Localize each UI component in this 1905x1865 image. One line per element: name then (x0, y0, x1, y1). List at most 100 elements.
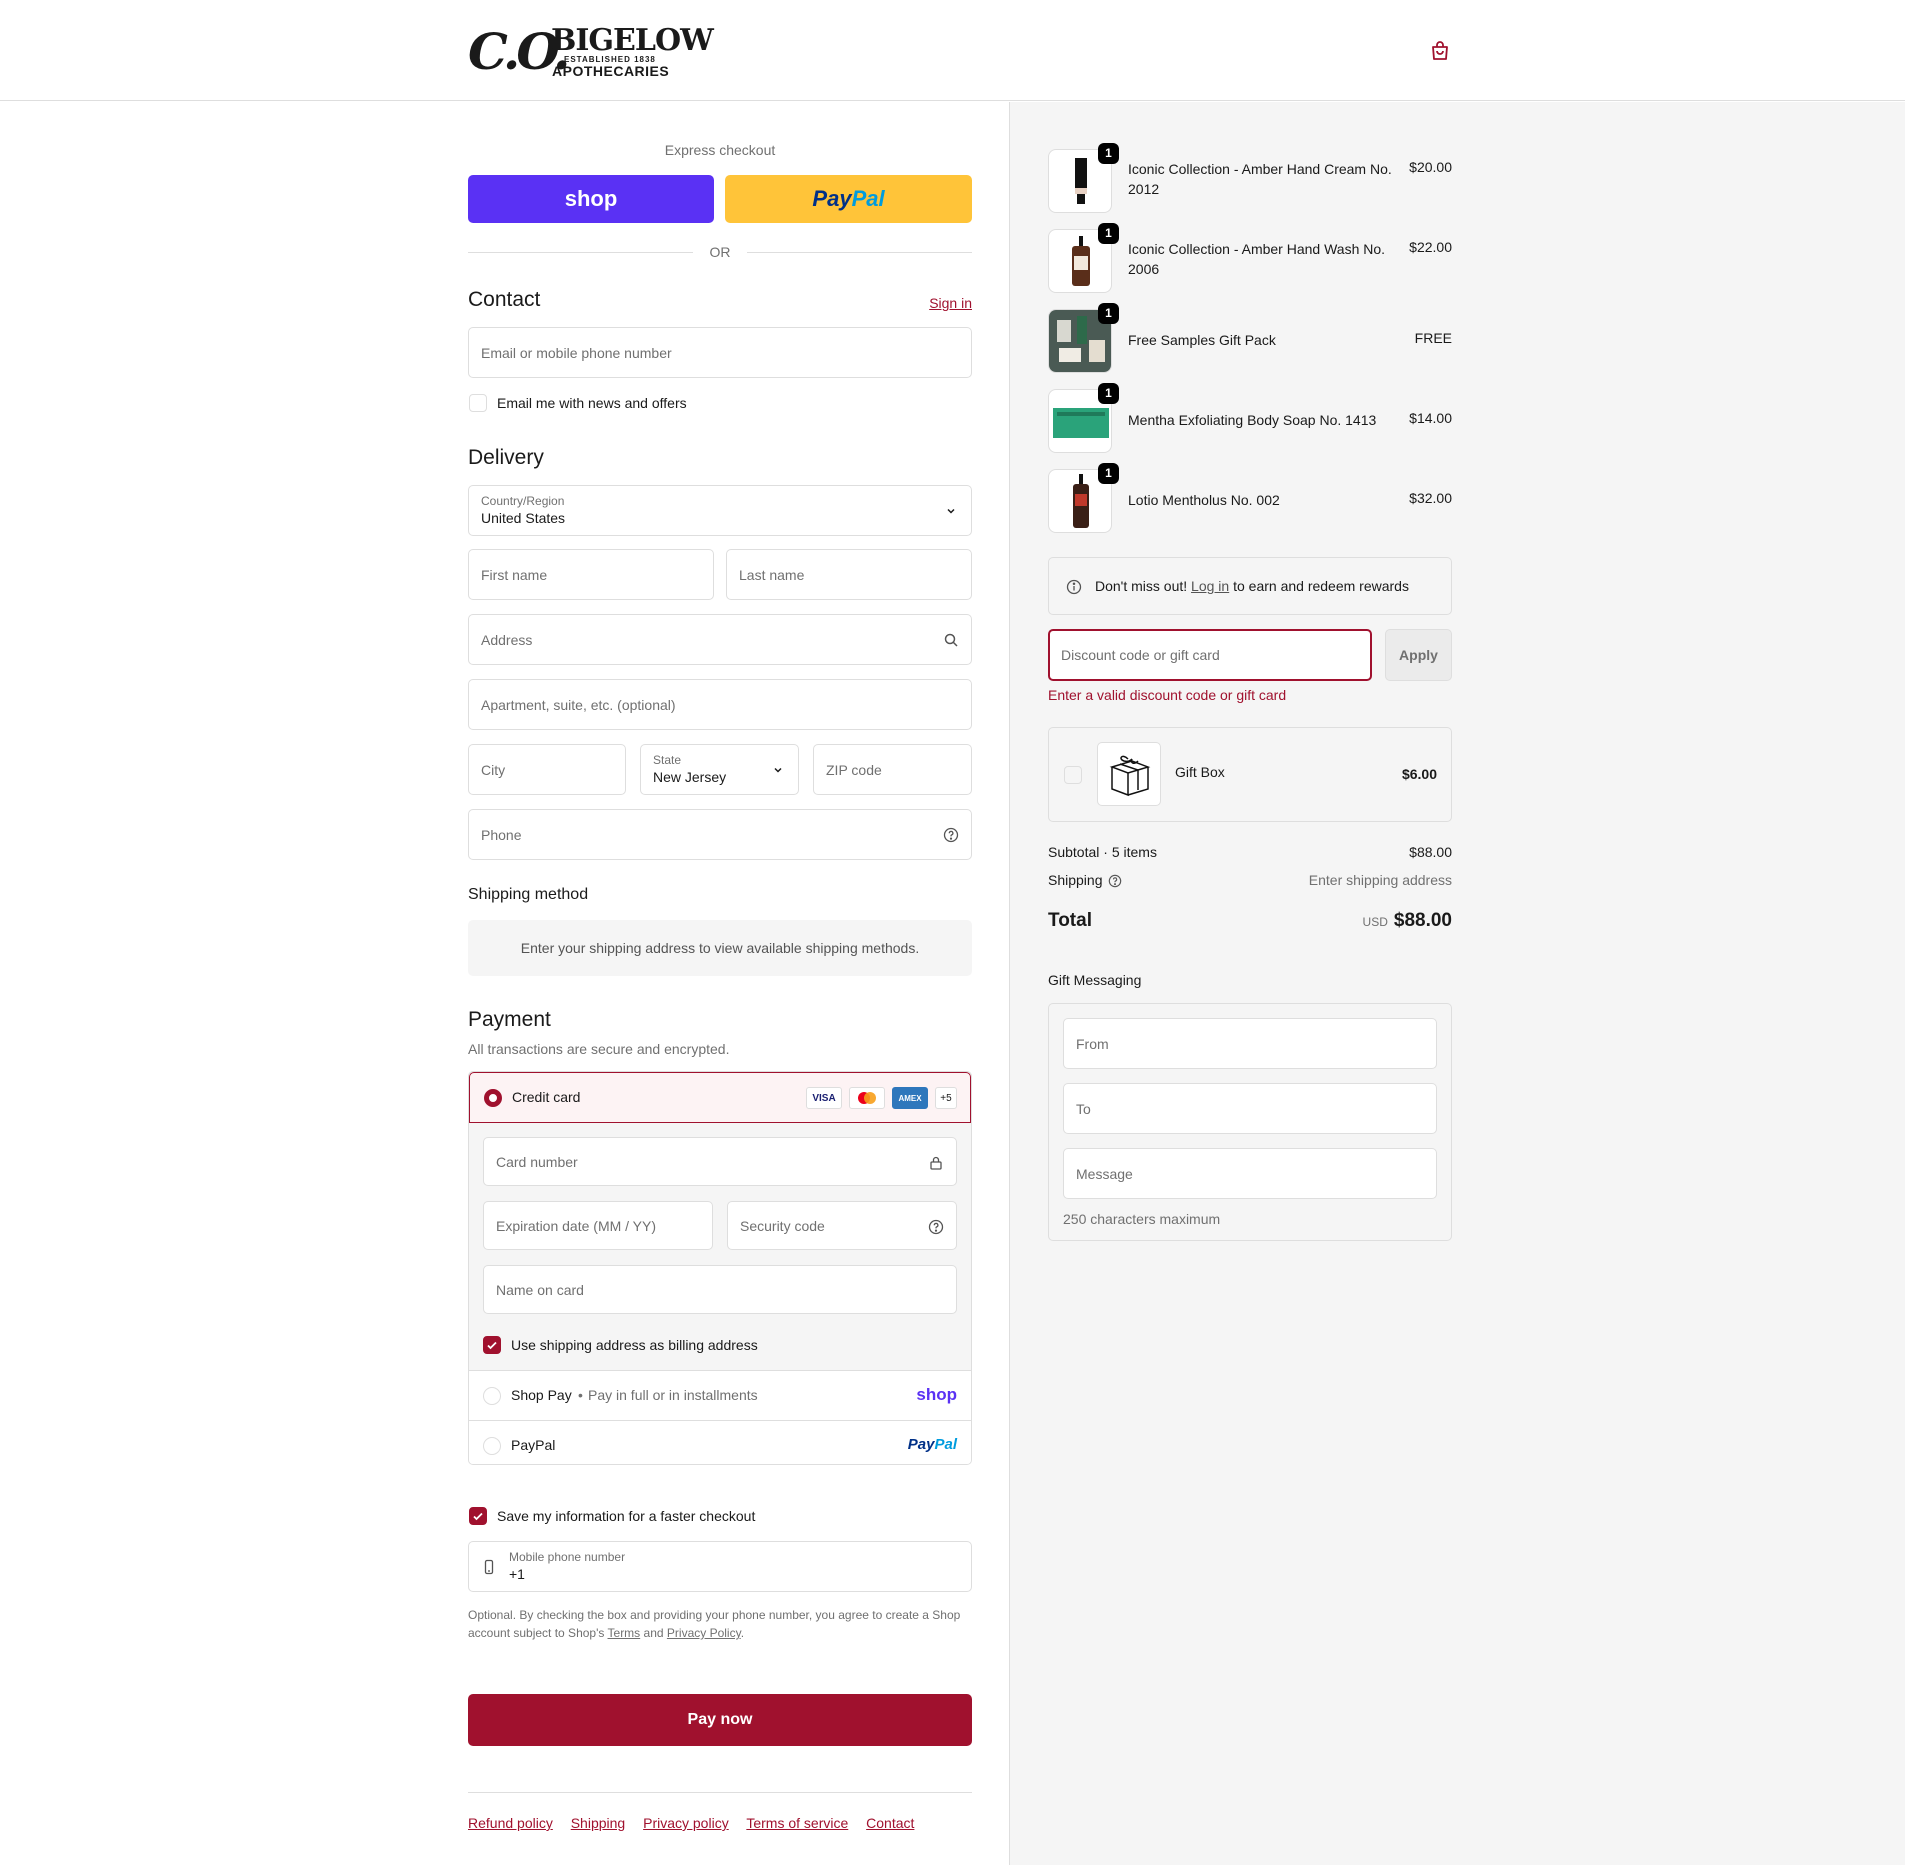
gift-from-placeholder: From (1076, 1036, 1109, 1052)
first-name-placeholder: First name (481, 567, 548, 583)
credit-card-radio[interactable] (484, 1089, 502, 1107)
paypal-logo-a: Pay (812, 186, 852, 211)
paypal-express-button[interactable]: Pay Pal (725, 175, 972, 223)
gift-message-field[interactable]: Message (1063, 1148, 1437, 1199)
gift-to-field[interactable]: To (1063, 1083, 1437, 1134)
country-select[interactable]: Country/Region United States (468, 485, 972, 536)
cart-item: 1 Iconic Collection - Amber Hand Cream N… (1048, 143, 1452, 213)
help-icon[interactable] (943, 827, 959, 843)
save-info-legal: Optional. By checking the box and provid… (468, 1606, 972, 1642)
gift-from-field[interactable]: From (1063, 1018, 1437, 1069)
billing-same-checkbox[interactable] (483, 1336, 501, 1354)
rewards-text: Don't miss out! Log in to earn and redee… (1095, 578, 1409, 594)
paypal-radio[interactable] (483, 1437, 501, 1455)
contact-title: Contact (468, 288, 541, 311)
phone-field[interactable]: Phone (468, 809, 972, 860)
logo-name: BIGELOW (551, 23, 714, 58)
cart-item: 1 Free Samples Gift Pack FREE (1048, 303, 1452, 373)
chevron-down-icon (947, 508, 955, 514)
paypal-logo-b: Pal (934, 1436, 957, 1453)
state-select[interactable]: State New Jersey (640, 744, 799, 795)
first-name-field[interactable]: First name (468, 549, 714, 600)
payment-methods: Credit card VISA AMEX +5 Card number Exp… (468, 1071, 972, 1465)
quantity-badge: 1 (1098, 303, 1119, 324)
or-label: OR (709, 244, 731, 260)
address-placeholder: Address (481, 632, 533, 648)
shipping-method-title: Shipping method (468, 886, 589, 903)
gift-message-limit: 250 characters maximum (1063, 1211, 1221, 1227)
footer-shipping[interactable]: Shipping (571, 1815, 626, 1831)
sign-in-link[interactable]: Sign in (929, 295, 972, 311)
pay-now-button[interactable]: Pay now (468, 1694, 972, 1746)
email-field[interactable]: Email or mobile phone number (468, 327, 972, 378)
credit-card-label: Credit card (512, 1089, 581, 1105)
paypal-option[interactable]: PayPal PayPal (469, 1420, 971, 1464)
quantity-badge: 1 (1098, 463, 1119, 484)
chevron-down-icon (774, 767, 782, 773)
shop-pay-radio[interactable] (483, 1387, 501, 1405)
email-placeholder: Email or mobile phone number (481, 345, 672, 361)
discount-input[interactable]: Discount code or gift card (1048, 629, 1372, 681)
gift-box-checkbox[interactable] (1064, 766, 1082, 784)
zip-field[interactable]: ZIP code (813, 744, 972, 795)
save-info-checkbox[interactable] (469, 1507, 487, 1525)
shop-pay-logo: shop (916, 1385, 957, 1404)
brand-logo[interactable]: C.O. BIGELOW ESTABLISHED 1838 APOTHECARI… (468, 22, 714, 82)
item-price: $22.00 (1409, 239, 1452, 255)
last-name-field[interactable]: Last name (726, 549, 972, 600)
gift-message-placeholder: Message (1076, 1166, 1133, 1182)
shop-pay-separator: • (578, 1387, 583, 1403)
apply-discount-button[interactable]: Apply (1385, 629, 1452, 681)
billing-same-label: Use shipping address as billing address (511, 1337, 758, 1353)
rewards-login-link[interactable]: Log in (1191, 578, 1229, 594)
shop-pay-label: Shop Pay (511, 1387, 572, 1403)
paypal-logo-b: Pal (851, 186, 885, 211)
item-price: $32.00 (1409, 490, 1452, 506)
cart-item: 1 Mentha Exfoliating Body Soap No. 1413 … (1048, 383, 1452, 453)
search-icon (944, 633, 958, 647)
credit-card-form: Card number Expiration date (MM / YY) Se… (469, 1123, 971, 1370)
footer-refund-policy[interactable]: Refund policy (468, 1815, 553, 1831)
privacy-link[interactable]: Privacy Policy (667, 1626, 741, 1640)
card-number-field[interactable]: Card number (483, 1137, 957, 1186)
name-on-card-field[interactable]: Name on card (483, 1265, 957, 1314)
legal-period: . (740, 1626, 745, 1640)
apartment-field[interactable]: Apartment, suite, etc. (optional) (468, 679, 972, 730)
credit-card-option[interactable]: Credit card VISA AMEX +5 (469, 1072, 971, 1123)
shop-pay-express-button[interactable]: shop (468, 175, 714, 223)
item-name: Iconic Collection - Amber Hand Cream No.… (1128, 161, 1392, 197)
payment-title: Payment (468, 1008, 551, 1031)
shop-pay-option[interactable]: Shop Pay • Pay in full or in installment… (469, 1370, 971, 1420)
mobile-phone-field[interactable]: Mobile phone number +1 (468, 1541, 972, 1592)
help-icon[interactable] (928, 1219, 944, 1235)
item-name: Lotio Mentholus No. 002 (1128, 492, 1280, 508)
help-icon[interactable] (1108, 874, 1122, 888)
checkmark-icon (473, 1512, 483, 1521)
name-on-card-placeholder: Name on card (496, 1282, 584, 1298)
gift-to-placeholder: To (1076, 1101, 1091, 1117)
country-value: United States (481, 510, 566, 526)
footer-privacy-policy[interactable]: Privacy policy (643, 1815, 729, 1831)
shipping-value: Enter shipping address (1308, 872, 1452, 888)
phone-placeholder: Phone (481, 827, 522, 843)
terms-link[interactable]: Terms (608, 1626, 641, 1640)
paypal-logo-a: Pay (907, 1436, 935, 1453)
shopping-bag-icon[interactable] (1428, 39, 1452, 63)
amex-icon: AMEX (892, 1087, 928, 1109)
cart-item: 1 Iconic Collection - Amber Hand Wash No… (1048, 223, 1452, 293)
city-field[interactable]: City (468, 744, 626, 795)
footer-contact[interactable]: Contact (866, 1815, 914, 1831)
address-field[interactable]: Address (468, 614, 972, 665)
security-code-field[interactable]: Security code (727, 1201, 957, 1250)
footer-terms-of-service[interactable]: Terms of service (746, 1815, 848, 1831)
legal-line-2: account subject to Shop's (468, 1626, 605, 1640)
total-label: Total (1048, 910, 1092, 931)
gift-box-image (1097, 742, 1161, 806)
expiration-field[interactable]: Expiration date (MM / YY) (483, 1201, 713, 1250)
news-checkbox[interactable] (469, 394, 487, 412)
visa-icon: VISA (806, 1087, 842, 1109)
item-price: FREE (1414, 330, 1452, 346)
subtotal-label: Subtotal · 5 items (1048, 844, 1157, 860)
item-name: Iconic Collection - Amber Hand Wash No. 2… (1128, 241, 1386, 277)
gift-box-upsell: Gift Box $6.00 (1048, 727, 1452, 822)
